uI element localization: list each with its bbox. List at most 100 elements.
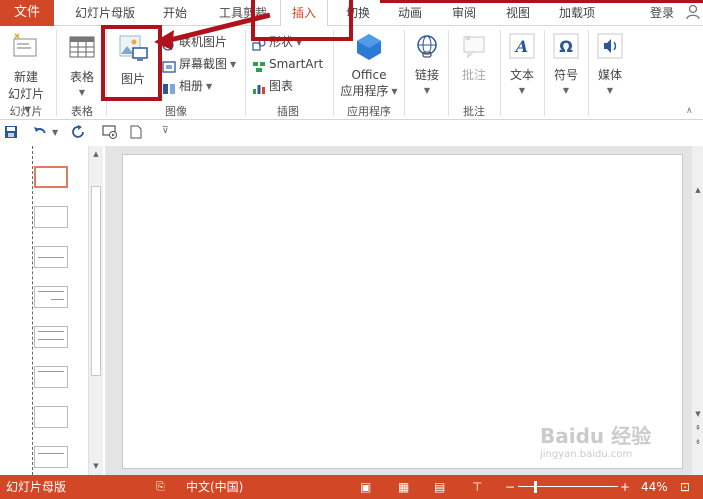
tab-view[interactable]: 视图	[496, 0, 540, 26]
thumbnail-scrollbar[interactable]: ▲ ▼	[88, 146, 103, 475]
tab-file[interactable]: 文件	[0, 0, 54, 26]
slide-thumbnail[interactable]	[34, 206, 68, 228]
tab-review[interactable]: 审阅	[442, 0, 486, 26]
zoom-level[interactable]: 44%	[641, 475, 668, 499]
group-label-images: 图像	[165, 105, 187, 118]
tab-animations[interactable]: 动画	[388, 0, 432, 26]
table-dropdown-caret: ▼	[78, 88, 86, 97]
slide-thumbnail[interactable]	[34, 406, 68, 428]
slide-thumbnail[interactable]	[34, 326, 68, 348]
normal-view-icon[interactable]: ▦	[398, 475, 409, 499]
comment-icon	[452, 34, 496, 63]
baidu-watermark: Baidu 经验 jingyan.baidu.com	[540, 420, 700, 470]
new-slide-icon	[4, 32, 48, 65]
powerpoint-window: 文件 幻灯片母版 开始 工具剪裁 插入 切换 动画 审阅 视图 加载项 登录 新…	[0, 0, 703, 499]
watermark-text: Baidu 经验	[540, 424, 652, 448]
office-apps-label: Office	[351, 68, 387, 82]
new-document-icon[interactable]	[130, 125, 142, 141]
group-label-illustrations: 插图	[277, 105, 299, 118]
tab-slide-master[interactable]: 幻灯片母版	[72, 0, 138, 26]
link-button[interactable]: 链接 ▼	[408, 34, 446, 97]
slide-thumbnail[interactable]	[34, 366, 68, 388]
master-connector-line	[32, 146, 33, 475]
fit-slide-icon[interactable]: ⊡	[680, 475, 690, 499]
annotation-arrow-head	[154, 30, 174, 50]
zoom-out-icon[interactable]: −	[505, 475, 515, 499]
zoom-in-icon[interactable]: +	[620, 475, 630, 499]
scroll-down-icon[interactable]: ▼	[691, 408, 703, 420]
table-icon	[62, 34, 102, 65]
collapse-ribbon-icon[interactable]: ∧	[686, 106, 693, 116]
omega-icon: Ω	[548, 32, 584, 63]
undo-icon[interactable]	[32, 125, 48, 141]
view-name: 幻灯片母版	[6, 480, 67, 494]
group-label-tables: 表格	[71, 105, 93, 118]
zoom-slider[interactable]	[518, 475, 618, 499]
group-separator	[333, 30, 334, 116]
text-dropdown-caret: ▼	[518, 86, 526, 95]
smartart-icon	[252, 59, 266, 72]
table-button[interactable]: 表格 ▼	[62, 34, 102, 99]
link-label: 链接	[414, 68, 439, 82]
new-slide-label: 新建	[13, 70, 38, 84]
slideshow-icon[interactable]	[102, 125, 118, 141]
office-apps-button[interactable]: Office 应用程序 ▼	[338, 32, 400, 99]
link-icon	[408, 34, 446, 63]
link-dropdown-caret: ▼	[423, 86, 431, 95]
account-icon[interactable]	[686, 4, 700, 20]
group-separator	[404, 30, 405, 116]
svg-text:Ω: Ω	[559, 37, 573, 56]
slide-thumbnail[interactable]	[34, 166, 68, 188]
group-separator	[544, 30, 545, 116]
group-separator	[448, 30, 449, 116]
undo-dropdown-icon[interactable]: ▼	[52, 128, 58, 144]
table-label: 表格	[69, 70, 94, 84]
group-separator	[245, 30, 246, 116]
speaker-icon	[592, 32, 628, 63]
media-button[interactable]: 媒体 ▼	[592, 32, 628, 97]
chart-button[interactable]: 图表	[252, 76, 293, 96]
media-label: 媒体	[597, 68, 622, 82]
group-separator	[56, 30, 57, 116]
slideshow-view-icon[interactable]: ⊤	[472, 475, 482, 499]
slide-thumbnail[interactable]	[34, 246, 68, 268]
save-icon[interactable]	[4, 125, 18, 141]
comment-button[interactable]: 批注	[452, 34, 496, 83]
scroll-up-icon[interactable]: ▲	[89, 148, 103, 160]
text-label: 文本	[509, 68, 534, 82]
tab-addins[interactable]: 加载项	[552, 0, 602, 26]
screenshot-icon	[162, 59, 176, 73]
proofing-icon[interactable]: ⎘	[156, 475, 165, 499]
reading-view-icon[interactable]: ▤	[434, 475, 445, 499]
slide-thumbnail[interactable]	[34, 286, 68, 308]
tab-home[interactable]: 开始	[150, 0, 200, 26]
scroll-up-icon[interactable]: ▲	[691, 184, 703, 196]
group-label-comments: 批注	[463, 105, 485, 118]
status-bar: 幻灯片母版 ⎘ 中文(中国) ▣ ▦ ▤ ⊤ − + 44% ⊡	[0, 475, 703, 499]
symbol-label: 符号	[553, 68, 578, 82]
annotation-highlight-insert-tab	[251, 0, 353, 41]
notes-icon[interactable]: ▣	[360, 475, 371, 499]
customize-toolbar-icon[interactable]: ⊽	[162, 126, 169, 142]
watermark-url: jingyan.baidu.com	[540, 449, 633, 460]
annotation-top-line	[380, 0, 703, 3]
text-icon: A	[504, 32, 540, 63]
group-separator	[588, 30, 589, 116]
screenshot-button[interactable]: 屏幕截图 ▼	[162, 54, 236, 74]
smartart-button[interactable]: SmartArt	[252, 54, 323, 74]
slide-thumbnail[interactable]	[34, 446, 68, 468]
group-label-apps: 应用程序	[347, 105, 391, 118]
scroll-down-icon[interactable]: ▼	[89, 460, 103, 472]
chart-icon	[252, 81, 266, 94]
text-button[interactable]: A 文本 ▼	[504, 32, 540, 97]
svg-text:A: A	[514, 37, 528, 56]
symbol-button[interactable]: Ω 符号 ▼	[548, 32, 584, 97]
album-button[interactable]: 相册 ▼	[162, 76, 212, 96]
login-link[interactable]: 登录	[650, 0, 674, 26]
redo-icon[interactable]	[72, 125, 86, 141]
media-dropdown-caret: ▼	[606, 86, 614, 95]
comment-label: 批注	[461, 68, 486, 82]
language-indicator[interactable]: 中文(中国)	[186, 475, 243, 499]
scrollbar-thumb[interactable]	[91, 186, 101, 376]
symbol-dropdown-caret: ▼	[562, 86, 570, 95]
